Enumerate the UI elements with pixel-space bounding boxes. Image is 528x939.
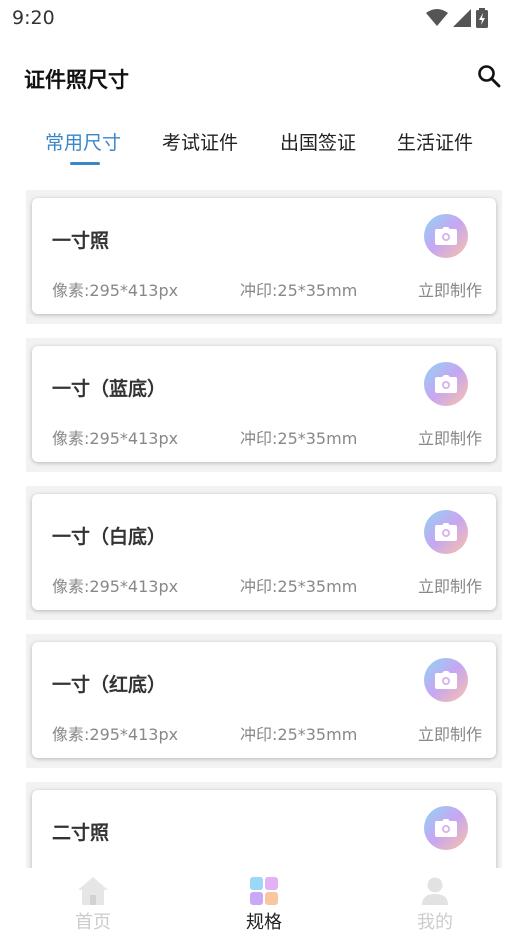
tab-indicator <box>70 162 100 165</box>
card-pixel-size: 像素:295*413px <box>52 429 179 448</box>
home-icon <box>78 877 108 905</box>
card-title: 一寸（蓝底） <box>52 378 167 400</box>
card-pixel-size: 像素:295*413px <box>52 725 179 744</box>
list-item: 一寸照 像素:295*413px 冲印:25*35mm 立即制作 <box>26 190 502 324</box>
camera-icon <box>435 227 457 245</box>
camera-icon <box>435 375 457 393</box>
size-card[interactable]: 一寸（白底） 像素:295*413px 冲印:25*35mm 立即制作 <box>32 494 496 610</box>
list-item: 一寸（红底） 像素:295*413px 冲印:25*35mm 立即制作 <box>26 634 502 768</box>
size-card[interactable]: 二寸照 <box>32 790 496 868</box>
status-time: 9:20 <box>12 7 55 29</box>
list-item: 一寸（白底） 像素:295*413px 冲印:25*35mm 立即制作 <box>26 486 502 620</box>
tab-common-size[interactable]: 常用尺寸 <box>45 128 121 155</box>
nav-specs-label: 规格 <box>246 912 282 933</box>
make-now-link[interactable]: 立即制作 <box>418 721 482 745</box>
nav-home[interactable]: 首页 <box>5 868 181 939</box>
battery-icon <box>476 8 488 28</box>
tab-exam-id[interactable]: 考试证件 <box>162 128 238 155</box>
status-bar: 9:20 <box>0 0 528 36</box>
nav-mine[interactable]: 我的 <box>347 868 523 939</box>
size-list[interactable]: 一寸照 像素:295*413px 冲印:25*35mm 立即制作 一寸（蓝底） <box>0 188 528 868</box>
card-title: 一寸（红底） <box>52 674 167 696</box>
size-card[interactable]: 一寸（红底） 像素:295*413px 冲印:25*35mm 立即制作 <box>32 642 496 758</box>
card-print-size: 冲印:25*35mm <box>240 429 358 448</box>
camera-button[interactable] <box>424 658 468 702</box>
tab-life-id[interactable]: 生活证件 <box>397 128 473 155</box>
card-title: 一寸照 <box>52 230 110 252</box>
nav-specs[interactable]: 规格 <box>176 868 352 939</box>
user-icon <box>422 877 448 905</box>
camera-icon <box>435 671 457 689</box>
nav-mine-label: 我的 <box>417 912 453 933</box>
card-pixel-size: 像素:295*413px <box>52 281 179 300</box>
card-title: 二寸照 <box>52 822 110 844</box>
camera-button[interactable] <box>424 214 468 258</box>
camera-button[interactable] <box>424 806 468 850</box>
search-button[interactable] <box>476 63 502 89</box>
signal-icon <box>453 9 471 27</box>
card-print-size: 冲印:25*35mm <box>240 577 358 596</box>
size-card[interactable]: 一寸（蓝底） 像素:295*413px 冲印:25*35mm 立即制作 <box>32 346 496 462</box>
camera-button[interactable] <box>424 510 468 554</box>
card-print-size: 冲印:25*35mm <box>240 281 358 300</box>
search-icon <box>478 65 501 88</box>
wifi-icon <box>426 9 448 26</box>
make-now-link[interactable]: 立即制作 <box>418 573 482 597</box>
status-icons <box>426 8 488 28</box>
bottom-nav: 首页 规格 我的 <box>0 868 528 939</box>
nav-home-label: 首页 <box>75 912 111 933</box>
page-title: 证件照尺寸 <box>24 68 129 92</box>
camera-icon <box>435 819 457 837</box>
card-pixel-size: 像素:295*413px <box>52 577 179 596</box>
card-title: 一寸（白底） <box>52 526 167 548</box>
grid-icon <box>250 877 278 905</box>
header: 证件照尺寸 <box>0 56 528 100</box>
list-item: 一寸（蓝底） 像素:295*413px 冲印:25*35mm 立即制作 <box>26 338 502 472</box>
make-now-link[interactable]: 立即制作 <box>418 425 482 449</box>
size-card[interactable]: 一寸照 像素:295*413px 冲印:25*35mm 立即制作 <box>32 198 496 314</box>
tab-visa[interactable]: 出国签证 <box>280 128 356 155</box>
camera-icon <box>435 523 457 541</box>
camera-button[interactable] <box>424 362 468 406</box>
card-print-size: 冲印:25*35mm <box>240 725 358 744</box>
list-item: 二寸照 <box>26 782 502 868</box>
make-now-link[interactable]: 立即制作 <box>418 277 482 301</box>
